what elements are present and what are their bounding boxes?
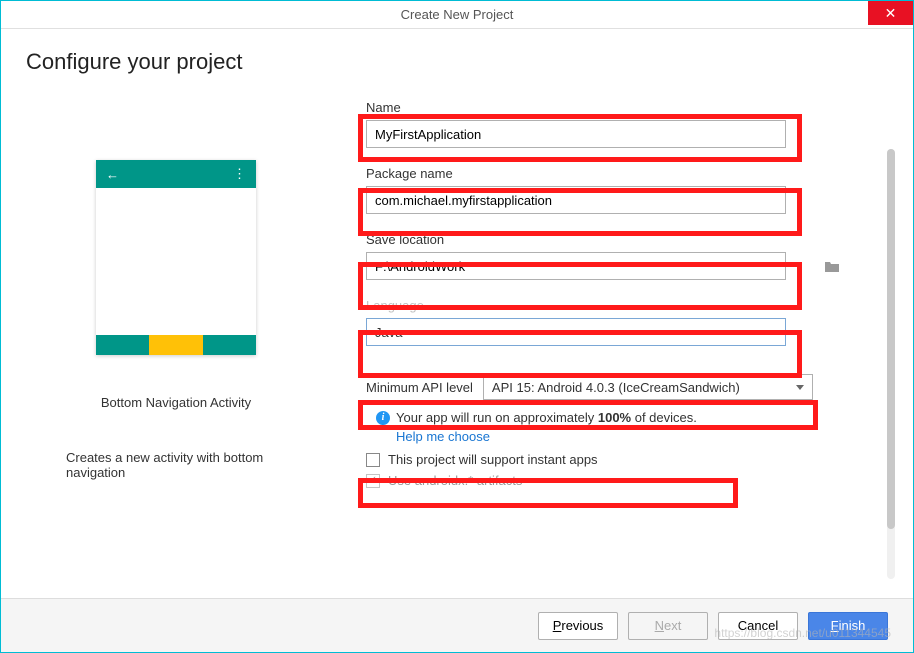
template-name: Bottom Navigation Activity bbox=[101, 395, 251, 410]
nav-segment bbox=[203, 335, 256, 355]
preview-bottomnav bbox=[96, 335, 256, 355]
nav-segment bbox=[149, 335, 202, 355]
dialog-footer: Previous Next Cancel Finish bbox=[1, 598, 913, 652]
name-field-group: Name bbox=[366, 100, 848, 148]
nav-segment bbox=[96, 335, 149, 355]
form-column: Name Package name Save location Language… bbox=[366, 100, 888, 560]
preview-column: ← ⋮ Bottom Navigation Activity Creates a… bbox=[26, 100, 326, 560]
savelocation-label: Save location bbox=[366, 232, 848, 247]
content-area: Configure your project ← ⋮ Bottom Naviga… bbox=[1, 29, 913, 599]
savelocation-field-group: Save location bbox=[366, 232, 848, 280]
language-label: Language bbox=[366, 298, 848, 313]
preview-appbar: ← ⋮ bbox=[96, 160, 256, 188]
previous-button[interactable]: Previous bbox=[538, 612, 618, 640]
language-select[interactable]: Java bbox=[366, 318, 786, 346]
name-input[interactable] bbox=[366, 120, 786, 148]
language-field-group: Language Java bbox=[366, 298, 848, 346]
package-label: Package name bbox=[366, 166, 848, 181]
titlebar: Create New Project ✕ bbox=[1, 1, 913, 29]
instant-apps-row: This project will support instant apps bbox=[366, 452, 848, 467]
androidx-label: Use androidx.* artifacts bbox=[388, 473, 522, 488]
scrollbar-thumb[interactable] bbox=[887, 149, 895, 529]
close-button[interactable]: ✕ bbox=[868, 1, 913, 25]
language-value: Java bbox=[375, 325, 402, 340]
help-me-choose-link[interactable]: Help me choose bbox=[396, 429, 490, 444]
androidx-row: ✓ Use androidx.* artifacts bbox=[366, 473, 848, 488]
name-label: Name bbox=[366, 100, 848, 115]
next-button: Next bbox=[628, 612, 708, 640]
template-description: Creates a new activity with bottom navig… bbox=[66, 450, 286, 480]
template-preview: ← ⋮ bbox=[96, 160, 256, 355]
api-label: Minimum API level bbox=[366, 380, 473, 395]
chevron-down-icon bbox=[769, 330, 777, 335]
window-title: Create New Project bbox=[401, 7, 514, 22]
page-title: Configure your project bbox=[26, 49, 888, 75]
api-field-group: Minimum API level API 15: Android 4.0.3 … bbox=[366, 374, 848, 400]
api-value: API 15: Android 4.0.3 (IceCreamSandwich) bbox=[492, 380, 740, 395]
package-input[interactable] bbox=[366, 186, 786, 214]
api-select[interactable]: API 15: Android 4.0.3 (IceCreamSandwich) bbox=[483, 374, 813, 400]
preview-body bbox=[96, 188, 256, 335]
device-info-row: i Your app will run on approximately 100… bbox=[376, 410, 848, 425]
main-area: ← ⋮ Bottom Navigation Activity Creates a… bbox=[26, 100, 888, 560]
dialog-window: Create New Project ✕ Configure your proj… bbox=[0, 0, 914, 653]
chevron-down-icon bbox=[796, 385, 804, 390]
scrollbar[interactable] bbox=[887, 149, 895, 579]
savelocation-input[interactable] bbox=[366, 252, 786, 280]
back-arrow-icon: ← bbox=[106, 167, 119, 182]
info-icon: i bbox=[376, 411, 390, 425]
androidx-checkbox: ✓ bbox=[366, 474, 380, 488]
package-field-group: Package name bbox=[366, 166, 848, 214]
close-icon: ✕ bbox=[885, 5, 897, 22]
watermark: https://blog.csdn.net/u011344545 bbox=[714, 626, 891, 640]
instant-apps-label: This project will support instant apps bbox=[388, 452, 598, 467]
overflow-icon: ⋮ bbox=[233, 166, 246, 182]
device-info-text: Your app will run on approximately 100% … bbox=[396, 410, 697, 425]
folder-icon[interactable] bbox=[824, 260, 840, 273]
instant-apps-checkbox[interactable] bbox=[366, 453, 380, 467]
